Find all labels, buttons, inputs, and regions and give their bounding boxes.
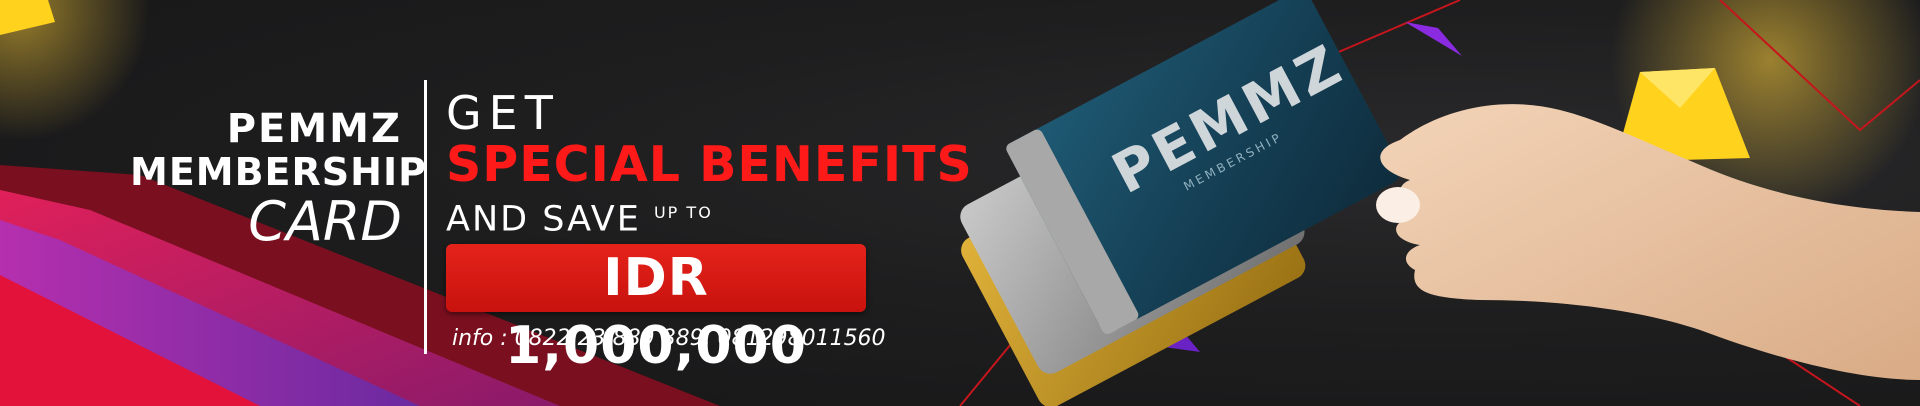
offer-up-to: UP TO <box>653 203 713 222</box>
brand-card: CARD <box>248 190 402 253</box>
offer-block: GET SPECIAL BENEFITS AND SAVE UP TO <box>446 88 973 241</box>
offer-save-line: AND SAVE UP TO <box>446 192 973 241</box>
vertical-divider <box>424 80 427 354</box>
purple-triangle-top <box>1405 22 1462 56</box>
offer-and-save: AND SAVE <box>446 199 641 240</box>
price-badge: IDR 1,000,000 <box>446 244 866 376</box>
brand-title-block: PEMMZ MEMBERSHIP CARD <box>130 106 427 253</box>
brand-membership: MEMBERSHIP <box>130 150 427 194</box>
brand-logo: PEMMZ <box>226 106 402 152</box>
membership-banner: PEMMZ MEMBERSHIP PEMMZ MEMBERSHIP CARD G… <box>0 0 1920 406</box>
contact-info: info : 0822 23 889 889, 081298011560 <box>452 326 886 351</box>
offer-get: GET <box>446 86 560 140</box>
offer-special-benefits: SPECIAL BENEFITS <box>446 136 973 193</box>
thumbnail <box>1376 187 1420 223</box>
price-amount: IDR 1,000,000 <box>505 248 807 376</box>
